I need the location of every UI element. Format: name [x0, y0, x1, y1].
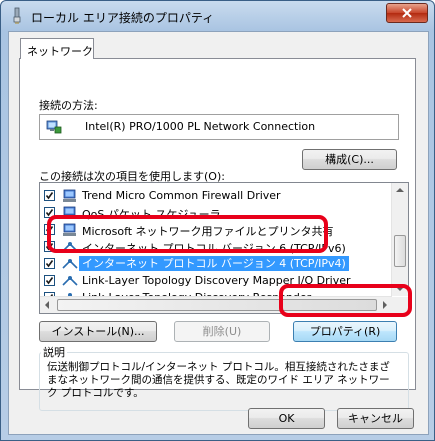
cancel-button[interactable]: キャンセル	[337, 408, 414, 429]
checkmark-icon	[45, 277, 54, 285]
highlight-properties-button	[279, 284, 412, 317]
scroll-up-icon[interactable]	[396, 187, 404, 193]
checkmark-icon	[45, 260, 54, 268]
tab-network-label: ネットワーク	[27, 45, 93, 58]
tab-network[interactable]: ネットワーク	[20, 38, 94, 59]
connect-using-label: 接続の方法:	[39, 99, 98, 112]
close-icon	[402, 8, 412, 18]
network-adapter-icon	[46, 120, 62, 134]
uninstall-button[interactable]: 削除(U)	[174, 321, 270, 342]
properties-button[interactable]: プロパティ(R)	[293, 321, 397, 342]
protocol-icon	[62, 259, 78, 269]
close-button[interactable]	[386, 3, 428, 23]
ok-button[interactable]: OK	[248, 408, 325, 429]
protocol-icon	[62, 276, 78, 286]
window-title: ローカル エリア接続のプロパティ	[31, 11, 215, 25]
item-label: インターネット プロトコル バージョン 4 (TCP/IPv4)	[79, 256, 349, 271]
adapter-name: Intel(R) PRO/1000 PL Network Connection	[85, 120, 316, 133]
highlight-tcpipv4-item	[47, 215, 328, 253]
install-button[interactable]: インストール(N)...	[39, 321, 157, 342]
list-item[interactable]: Trend Micro Common Firewall Driver	[40, 187, 392, 205]
adapter-field: Intel(R) PRO/1000 PL Network Connection	[39, 114, 399, 140]
item-checkbox[interactable]	[44, 258, 55, 269]
list-item-selected[interactable]: インターネット プロトコル バージョン 4 (TCP/IPv4)	[40, 255, 392, 273]
configure-button[interactable]: 構成(C)...	[302, 149, 397, 170]
scroll-left-icon[interactable]	[44, 301, 50, 309]
network-connection-icon	[13, 7, 21, 24]
vertical-scroll-thumb[interactable]	[394, 235, 406, 267]
checkmark-icon	[45, 192, 54, 200]
item-checkbox[interactable]	[44, 190, 55, 201]
description-text: 伝送制御プロトコル/インターネット プロトコル。相互接続されたさまざまなネットワ…	[47, 361, 390, 399]
network-client-icon	[63, 189, 76, 202]
properties-dialog: ローカル エリア接続のプロパティ ネットワーク 接続の方法: Intel(R) …	[0, 0, 435, 441]
vertical-scrollbar[interactable]	[391, 183, 408, 296]
description-title: 説明	[41, 344, 67, 360]
item-label: Trend Micro Common Firewall Driver	[82, 189, 281, 202]
title-bar[interactable]: ローカル エリア接続のプロパティ	[1, 1, 434, 31]
item-checkbox[interactable]	[44, 275, 55, 286]
